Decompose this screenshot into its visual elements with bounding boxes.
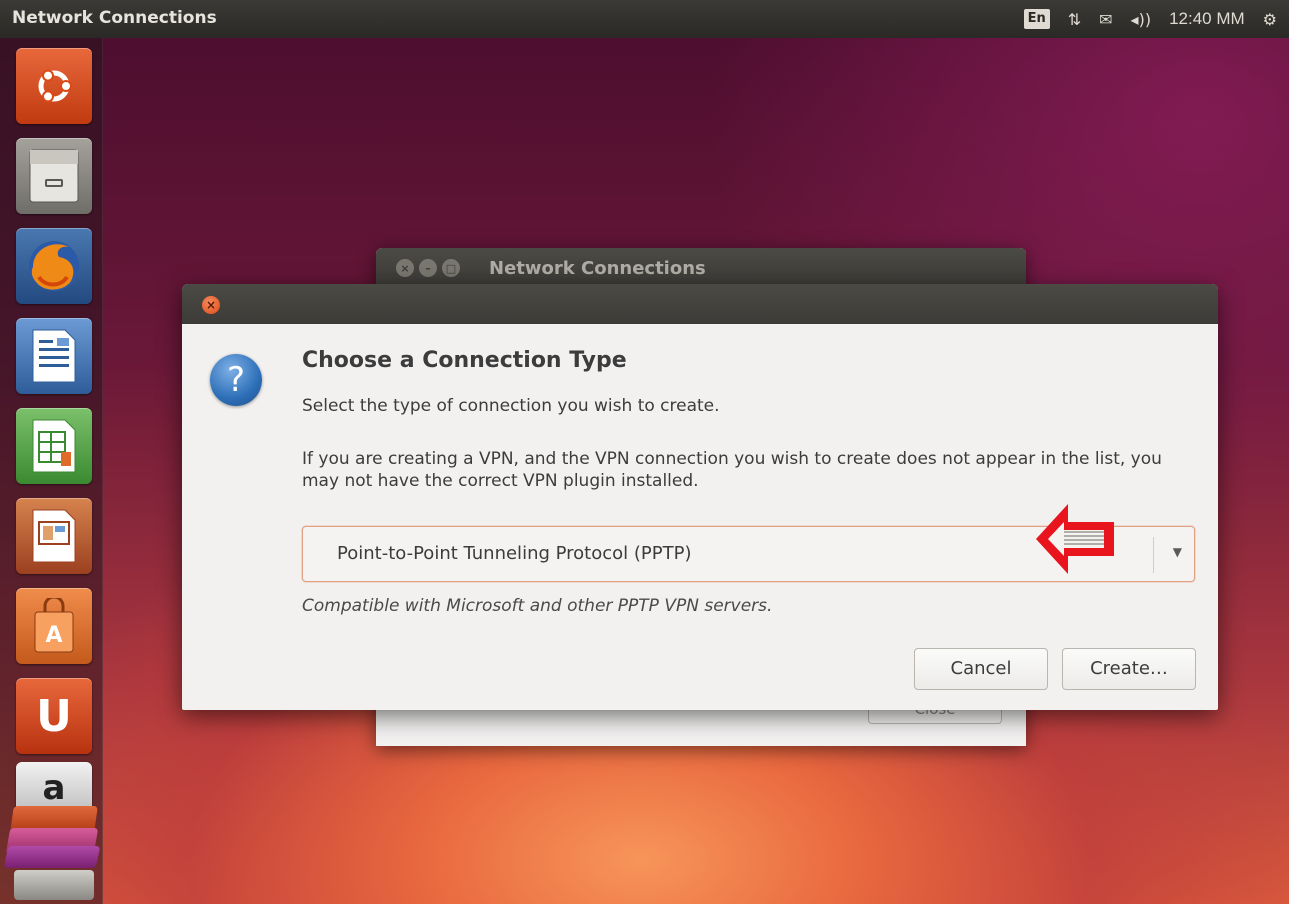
- keyboard-layout-label: En: [1023, 9, 1050, 29]
- minimize-icon[interactable]: –: [419, 259, 437, 277]
- maximize-icon[interactable]: □: [442, 259, 460, 277]
- launcher-item-writer[interactable]: [14, 316, 94, 396]
- mail-icon[interactable]: ✉: [1099, 10, 1112, 29]
- file-cabinet-icon: [16, 138, 92, 214]
- sound-icon[interactable]: ◂)): [1131, 10, 1152, 29]
- dialog-subheading: Select the type of connection you wish t…: [302, 396, 720, 416]
- annotation-arrow-icon: [1036, 504, 1114, 574]
- window-title: Network Connections: [489, 257, 706, 279]
- launcher-item-calc[interactable]: [14, 406, 94, 486]
- document-icon: [16, 318, 92, 394]
- active-app-title: Network Connections: [12, 8, 217, 28]
- indicator-area: En ⇅ ✉ ◂)) 12:40 MM ⚙: [1006, 6, 1277, 32]
- close-icon[interactable]: ×: [202, 296, 220, 314]
- launcher: A U a: [0, 38, 103, 904]
- window-titlebar: × – □ Network Connections: [376, 248, 1026, 288]
- launcher-item-software-center[interactable]: A: [14, 586, 94, 666]
- create-button[interactable]: Create…: [1062, 648, 1196, 690]
- ubuntu-one-letter: U: [36, 690, 72, 742]
- ubuntu-one-icon: U: [16, 678, 92, 754]
- keyboard-layout-indicator[interactable]: En: [1023, 9, 1050, 29]
- spreadsheet-icon: [16, 408, 92, 484]
- vpn-plugin-info: If you are creating a VPN, and the VPN c…: [302, 449, 1162, 491]
- launcher-item-files[interactable]: [14, 136, 94, 216]
- top-panel: Network Connections En ⇅ ✉ ◂)) 12:40 MM …: [0, 0, 1289, 38]
- network-icon[interactable]: ⇅: [1068, 10, 1081, 29]
- stacked-launcher-icon[interactable]: [3, 846, 101, 868]
- connection-type-value: Point-to-Point Tunneling Protocol (PPTP): [337, 543, 692, 564]
- dialog-titlebar: ×: [182, 284, 1218, 324]
- stacked-launcher-icon[interactable]: [14, 870, 94, 900]
- cancel-button[interactable]: Cancel: [914, 648, 1048, 690]
- question-icon: ?: [210, 354, 262, 406]
- chevron-down-icon[interactable]: ▼: [1173, 545, 1182, 559]
- firefox-icon: [16, 228, 92, 304]
- connection-type-description: Compatible with Microsoft and other PPTP…: [302, 596, 773, 616]
- amazon-letter: a: [42, 768, 66, 808]
- settings-icon[interactable]: ⚙: [1263, 10, 1277, 29]
- combo-separator: [1153, 537, 1154, 573]
- shopping-bag-icon: A: [16, 588, 92, 664]
- dialog-heading: Choose a Connection Type: [302, 348, 627, 373]
- launcher-item-ubuntu-dash[interactable]: [14, 46, 94, 126]
- launcher-item-ubuntu-one[interactable]: U: [14, 676, 94, 756]
- clock[interactable]: 12:40 MM: [1169, 9, 1245, 29]
- launcher-item-firefox[interactable]: [14, 226, 94, 306]
- presentation-icon: [16, 498, 92, 574]
- close-icon[interactable]: ×: [396, 259, 414, 277]
- svg-text:A: A: [45, 623, 62, 648]
- connection-type-dialog: × ? Choose a Connection Type Select the …: [182, 284, 1218, 710]
- launcher-item-impress[interactable]: [14, 496, 94, 576]
- ubuntu-logo-icon: [16, 48, 92, 124]
